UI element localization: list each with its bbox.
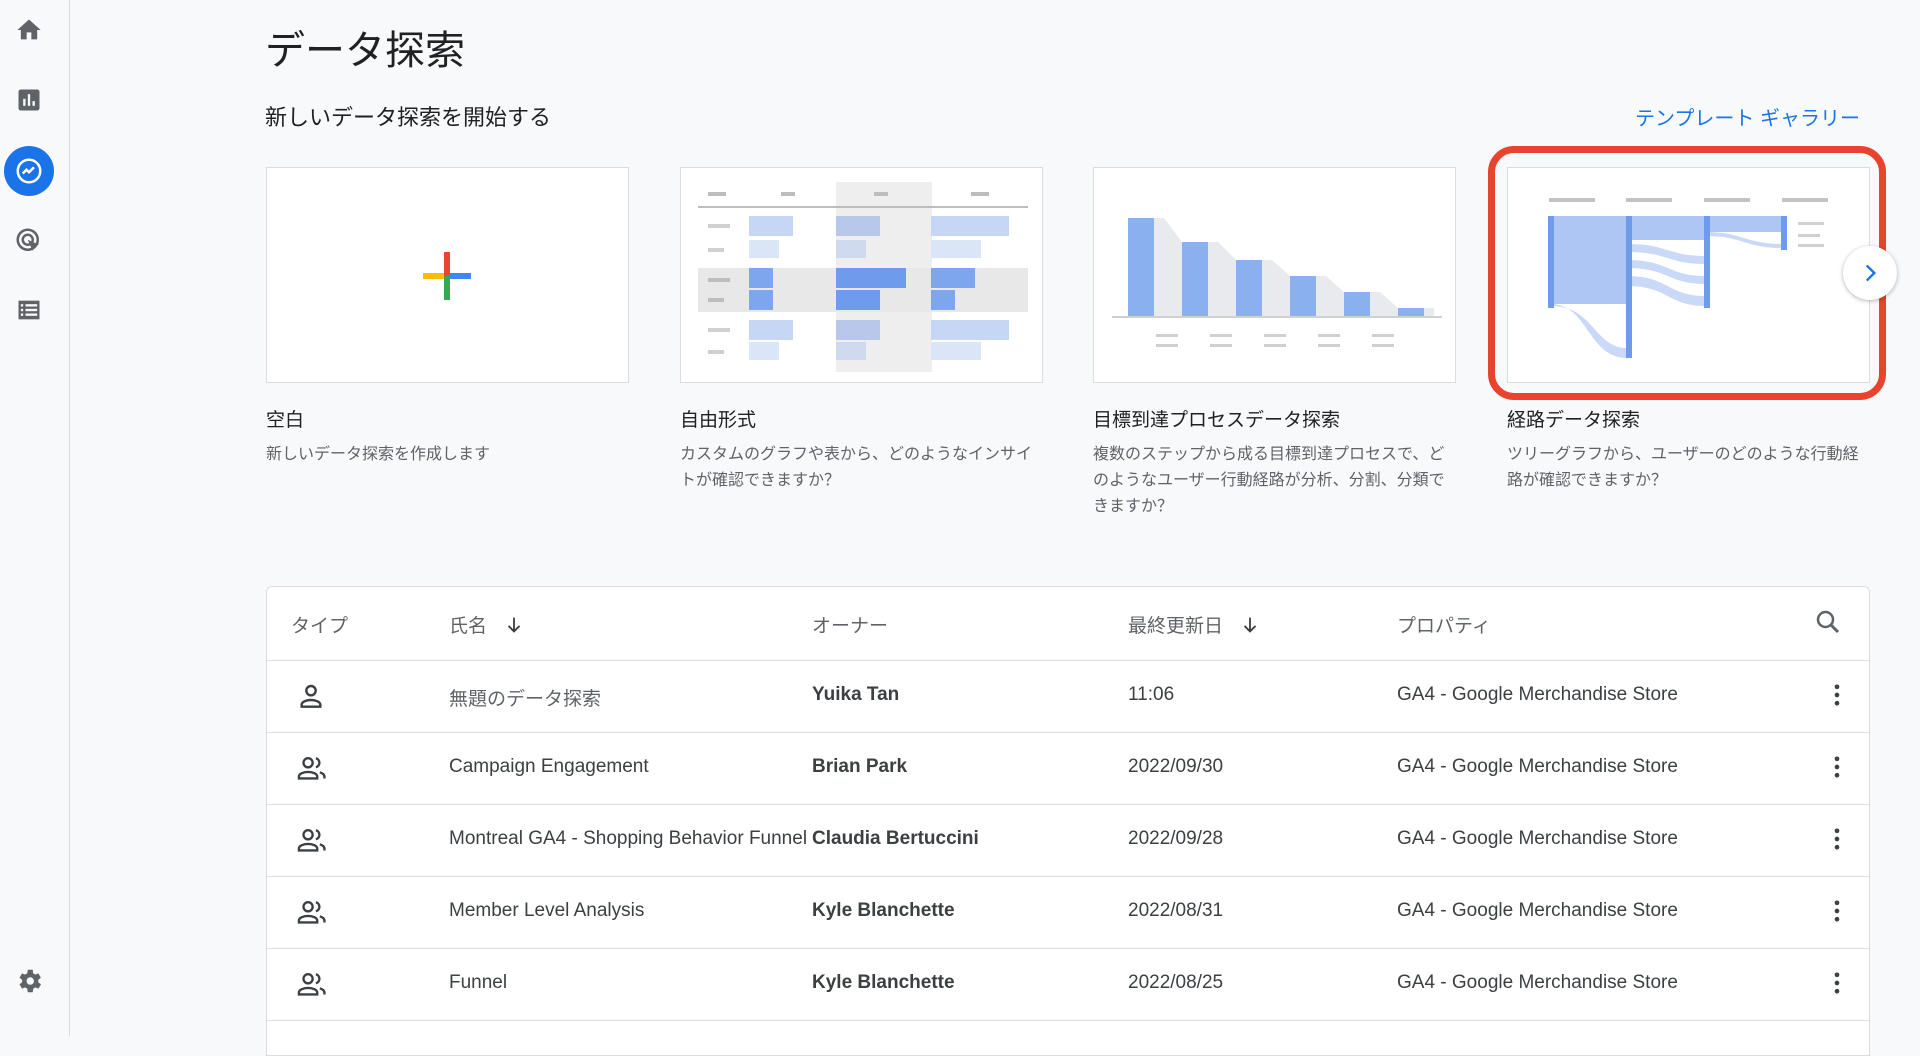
sort-arrow-down-icon[interactable] xyxy=(503,614,525,636)
owner-name: Yuika Tan xyxy=(812,684,900,705)
table-row[interactable]: Member Level Analysis Kyle Blanchette 20… xyxy=(267,877,1869,949)
last-updated: 2022/08/25 xyxy=(1128,972,1224,993)
last-updated: 2022/09/30 xyxy=(1128,756,1224,777)
section-title: 新しいデータ探索を開始する xyxy=(265,105,552,130)
more-vert-icon[interactable] xyxy=(1823,753,1851,787)
highlight-box xyxy=(1488,146,1886,400)
left-nav-rail xyxy=(0,0,70,1036)
reports-icon[interactable] xyxy=(10,81,48,119)
property-name: GA4 - Google Merchandise Store xyxy=(1397,972,1678,993)
template-card-free-form[interactable]: 自由形式 カスタムのグラフや表から、どのようなインサイトが確認できますか？ xyxy=(680,167,1043,494)
table-search-icon[interactable] xyxy=(1813,607,1843,637)
template-title: 自由形式 xyxy=(680,410,757,431)
more-vert-icon[interactable] xyxy=(1823,681,1851,715)
owner-name: Kyle Blanchette xyxy=(812,972,955,993)
people-icon xyxy=(295,968,329,1006)
exploration-name[interactable]: 無題のデータ探索 xyxy=(449,684,809,711)
configure-icon[interactable] xyxy=(10,291,48,329)
sort-arrow-down-icon[interactable] xyxy=(1239,614,1261,636)
last-updated: 2022/09/28 xyxy=(1128,828,1224,849)
property-name: GA4 - Google Merchandise Store xyxy=(1397,756,1678,777)
template-description: カスタムのグラフや表から、どのようなインサイトが確認できますか？ xyxy=(680,446,1033,489)
template-title: 空白 xyxy=(266,410,305,431)
carousel-next-button[interactable] xyxy=(1843,246,1897,300)
template-description: 新しいデータ探索を作成します xyxy=(266,446,491,463)
template-card-funnel[interactable]: 目標到達プロセスデータ探索 複数のステップから成る目標到達プロセスで、どのような… xyxy=(1093,167,1456,520)
more-vert-icon[interactable] xyxy=(1823,825,1851,859)
template-title: 目標到達プロセスデータ探索 xyxy=(1093,410,1341,431)
template-card-blank[interactable]: 空白 新しいデータ探索を作成します xyxy=(266,167,629,468)
template-gallery-link[interactable]: テンプレート ギャラリー xyxy=(1635,102,1860,131)
owner-name: Kyle Blanchette xyxy=(812,900,955,921)
settings-gear-icon[interactable] xyxy=(10,962,48,1000)
property-name: GA4 - Google Merchandise Store xyxy=(1397,828,1678,849)
owner-name: Brian Park xyxy=(812,756,908,777)
free-form-table-illustration xyxy=(698,182,1028,372)
funnel-thumbnail[interactable] xyxy=(1093,167,1456,383)
property-name: GA4 - Google Merchandise Store xyxy=(1397,900,1678,921)
column-label: プロパティ xyxy=(1397,616,1491,637)
column-header-type[interactable]: タイプ xyxy=(291,611,348,638)
people-icon xyxy=(295,896,329,934)
people-icon xyxy=(295,752,329,790)
explore-icon[interactable] xyxy=(4,146,54,196)
column-label: 最終更新日 xyxy=(1128,616,1224,637)
table-row[interactable]: 無題のデータ探索 Yuika Tan 11:06 GA4 - Google Me… xyxy=(267,661,1869,733)
plus-icon xyxy=(423,252,471,300)
page-title: データ探索 xyxy=(265,29,465,73)
table-row[interactable]: Campaign Engagement Brian Park 2022/09/3… xyxy=(267,733,1869,805)
table-header: タイプ 氏名 オーナー 最終更新日 プロパティ xyxy=(267,587,1869,661)
column-label: 氏名 xyxy=(449,616,488,637)
column-header-updated[interactable]: 最終更新日 xyxy=(1128,611,1261,638)
exploration-name[interactable]: Funnel xyxy=(449,972,809,994)
column-label: オーナー xyxy=(812,616,889,637)
funnel-chart-illustration xyxy=(1112,218,1442,347)
template-description: ツリーグラフから、ユーザーのどのような行動経路が確認できますか？ xyxy=(1507,446,1859,489)
blank-thumbnail[interactable] xyxy=(266,167,629,383)
last-updated: 11:06 xyxy=(1128,684,1175,705)
chevron-right-icon xyxy=(1865,264,1877,282)
template-title: 経路データ探索 xyxy=(1507,410,1641,431)
advertising-icon[interactable] xyxy=(10,222,48,260)
column-header-name[interactable]: 氏名 xyxy=(449,611,525,638)
more-vert-icon[interactable] xyxy=(1823,897,1851,931)
exploration-name[interactable]: Member Level Analysis xyxy=(449,900,809,922)
template-description: 複数のステップから成る目標到達プロセスで、どのようなユーザー行動経路が分析、分割… xyxy=(1093,446,1445,515)
column-header-owner[interactable]: オーナー xyxy=(812,611,888,638)
column-label: タイプ xyxy=(291,616,349,637)
property-name: GA4 - Google Merchandise Store xyxy=(1397,684,1678,705)
table-row[interactable]: Montreal GA4 - Shopping Behavior Funnel … xyxy=(267,805,1869,877)
column-header-property[interactable]: プロパティ xyxy=(1397,611,1491,638)
person-icon xyxy=(295,680,327,718)
table-row[interactable]: Funnel Kyle Blanchette 2022/08/25 GA4 - … xyxy=(267,949,1869,1021)
free-form-thumbnail[interactable] xyxy=(680,167,1043,383)
last-updated: 2022/08/31 xyxy=(1128,900,1224,921)
exploration-name[interactable]: Montreal GA4 - Shopping Behavior Funnel xyxy=(449,828,809,850)
owner-name: Claudia Bertuccini xyxy=(812,828,979,849)
explorations-table: タイプ 氏名 オーナー 最終更新日 プロパティ 無題のデータ探索 Yuika T… xyxy=(266,586,1870,1056)
people-icon xyxy=(295,824,329,862)
home-icon[interactable] xyxy=(10,11,48,49)
more-vert-icon[interactable] xyxy=(1823,969,1851,1003)
exploration-name[interactable]: Campaign Engagement xyxy=(449,756,809,778)
